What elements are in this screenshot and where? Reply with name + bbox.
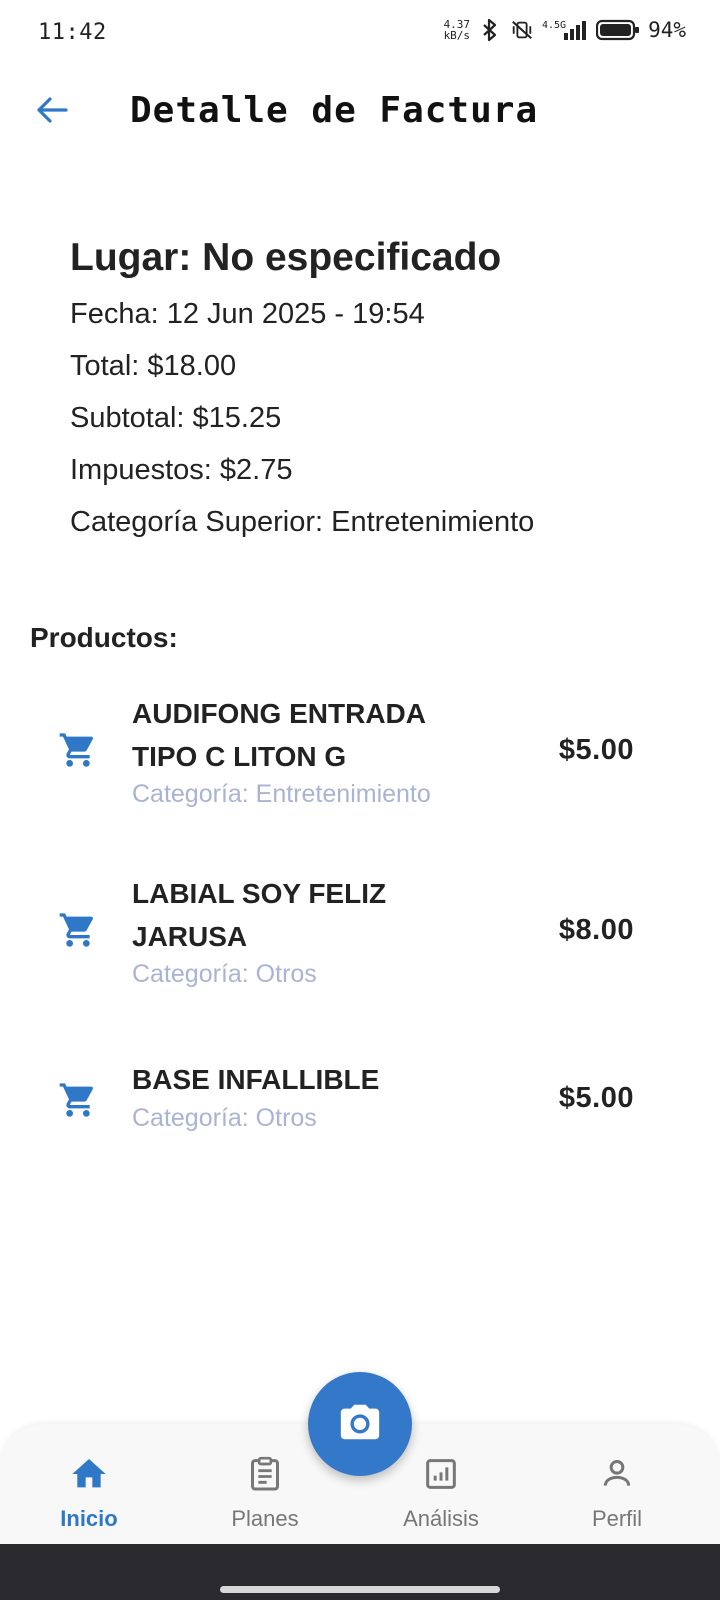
product-category: Categoría: Otros: [132, 960, 317, 988]
battery-percent: 94%: [648, 18, 686, 42]
scan-receipt-button[interactable]: [308, 1372, 412, 1476]
nav-item-inicio[interactable]: Inicio: [24, 1452, 154, 1532]
home-indicator[interactable]: [220, 1586, 500, 1593]
bar-chart-icon: [419, 1452, 463, 1496]
nav-label-planes: Planes: [231, 1506, 299, 1531]
status-icons: 4.37 kB/s 4.5G 94%: [444, 18, 686, 42]
cart-icon: [58, 910, 98, 950]
cart-icon: [58, 1080, 98, 1120]
invoice-top-category: Categoría Superior: Entretenimiento: [70, 506, 535, 538]
product-category: Categoría: Entretenimiento: [132, 780, 431, 808]
product-name: BASE INFALLIBLE: [132, 1064, 380, 1095]
battery-icon: [596, 18, 640, 42]
nav-item-analisis[interactable]: Análisis: [376, 1452, 506, 1532]
nav-item-planes[interactable]: Planes: [200, 1452, 330, 1532]
invoice-taxes: Impuestos: $2.75: [70, 454, 293, 486]
list-item[interactable]: BASE INFALLIBLE Categoría: Otros $5.00: [0, 1058, 720, 1148]
app-bar: Detalle de Factura: [0, 80, 720, 144]
clipboard-icon: [243, 1452, 287, 1496]
status-bar: 11:42 4.37 kB/s 4.5G 94%: [0, 0, 720, 64]
network-label: 4.5G: [542, 20, 566, 31]
product-price: $5.00: [558, 734, 634, 766]
product-name: LABIAL SOY FELIZ JARUSA: [132, 878, 387, 952]
home-icon: [67, 1452, 111, 1496]
invoice-date: Fecha: 12 Jun 2025 - 19:54: [70, 298, 425, 330]
invoice-summary: Lugar: No especificado Fecha: 12 Jun 202…: [70, 236, 690, 548]
net-speed-unit: kB/s: [443, 29, 471, 42]
list-item[interactable]: LABIAL SOY FELIZ JARUSA Categoría: Otros…: [0, 872, 720, 1002]
product-price: $8.00: [558, 914, 634, 946]
bluetooth-icon: [478, 18, 502, 42]
status-time: 11:42: [38, 20, 107, 45]
nav-label-analisis: Análisis: [403, 1506, 479, 1531]
products-heading: Productos:: [30, 622, 178, 653]
list-item[interactable]: AUDIFONG ENTRADA TIPO C LITON G Categorí…: [0, 692, 720, 822]
product-category: Categoría: Otros: [132, 1104, 317, 1132]
nav-label-inicio: Inicio: [60, 1506, 118, 1531]
cart-icon: [58, 730, 98, 770]
product-name: AUDIFONG ENTRADA TIPO C LITON G: [132, 698, 425, 772]
invoice-total: Total: $18.00: [70, 350, 237, 382]
invoice-place: Lugar: No especificado: [70, 236, 502, 279]
product-price: $5.00: [558, 1082, 634, 1114]
arrow-left-icon: [35, 95, 69, 130]
system-navigation-bar: [0, 1544, 720, 1600]
person-icon: [595, 1452, 639, 1496]
page-title: Detalle de Factura: [130, 90, 539, 131]
nav-item-perfil[interactable]: Perfil: [552, 1452, 682, 1532]
camera-icon: [337, 1399, 383, 1450]
invoice-subtotal: Subtotal: $15.25: [70, 402, 282, 434]
nav-label-perfil: Perfil: [591, 1506, 643, 1531]
signal-icon: 4.5G: [542, 18, 588, 42]
back-button[interactable]: [30, 90, 74, 134]
net-speed: 4.37 kB/s: [444, 19, 471, 41]
vibrate-icon: [510, 18, 534, 42]
